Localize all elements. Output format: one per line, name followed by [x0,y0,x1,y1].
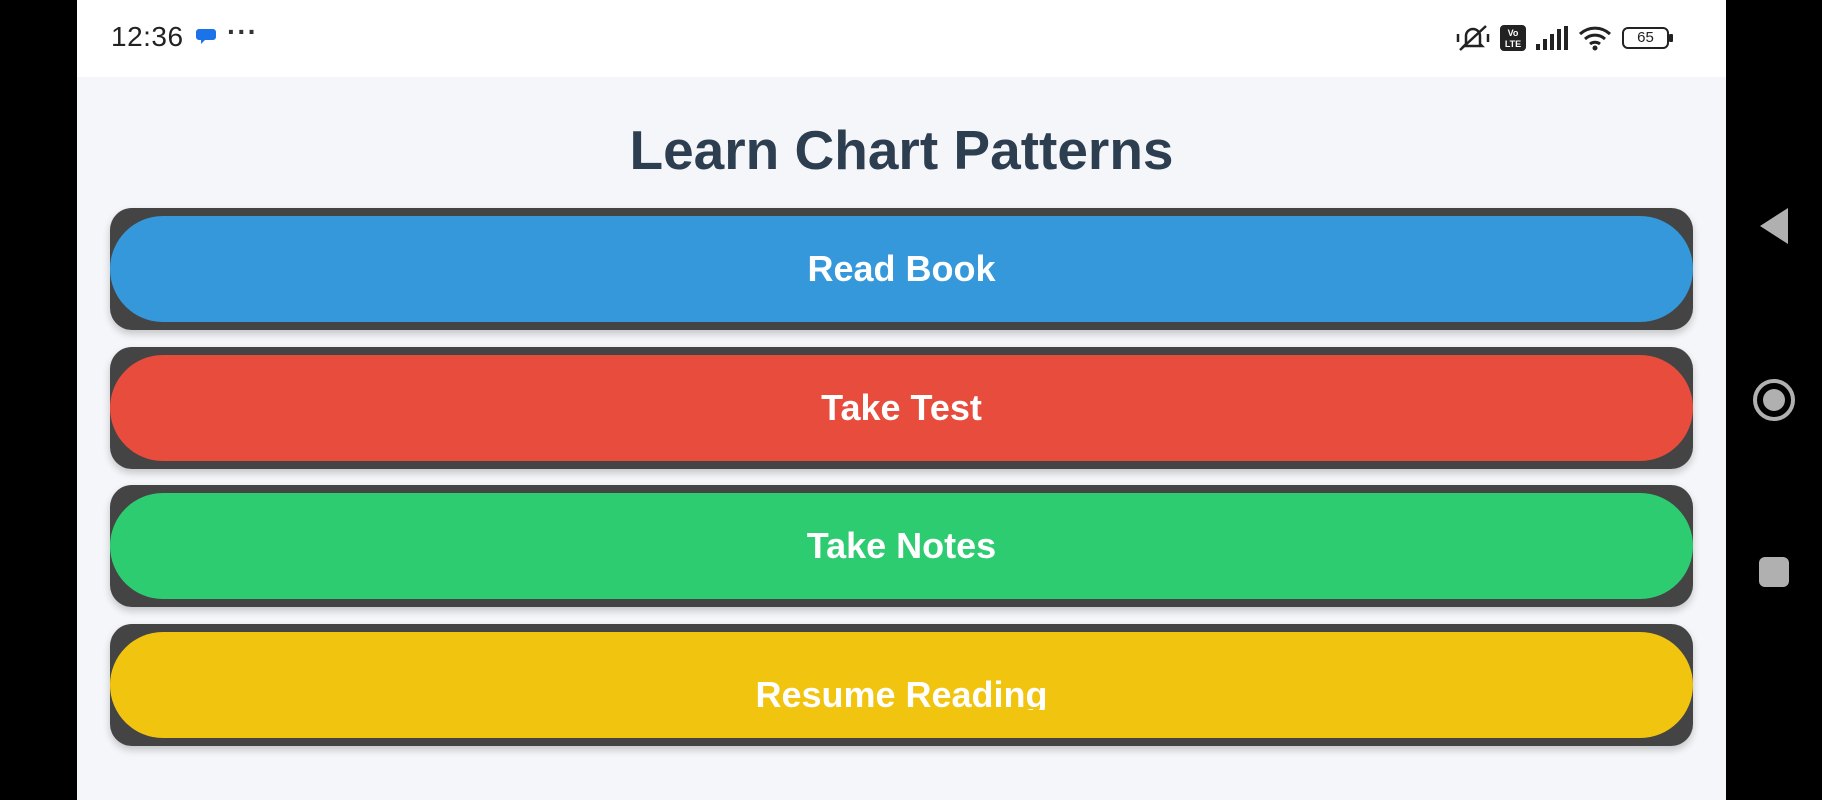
take-notes-button-frame: Take Notes [110,485,1693,607]
app-screen: 12:36 ··· Vo LTE 65 Learn Chart Patterns… [77,0,1726,800]
battery-level: 65 [1637,29,1654,46]
status-time: 12:36 [111,21,184,52]
read-book-button-frame: Read Book [110,208,1693,330]
read-book-label: Read Book [807,248,996,289]
silent-bell-icon [1456,24,1490,52]
resume-reading-button-frame: Resume Reading [110,624,1693,746]
volte-icon: Vo LTE [1500,25,1526,51]
take-notes-button[interactable]: Take Notes [110,493,1693,599]
battery-icon: 65 [1622,26,1674,50]
svg-text:Vo: Vo [1508,28,1519,38]
back-icon[interactable] [1726,206,1822,246]
status-bar: 12:36 ··· Vo LTE 65 [77,0,1726,77]
home-icon[interactable] [1726,378,1822,422]
page-title: Learn Chart Patterns [629,119,1174,181]
system-nav-bar [1726,0,1822,800]
svg-text:LTE: LTE [1505,39,1521,49]
signal-icon [1536,26,1568,50]
take-notes-label: Take Notes [806,525,997,566]
take-test-label: Take Test [821,387,982,428]
resume-reading-button[interactable]: Resume Reading [110,632,1693,738]
chat-bubble-icon [196,28,216,51]
take-test-button-frame: Take Test [110,347,1693,469]
resume-reading-label: Resume Reading [755,674,1048,710]
recent-apps-icon[interactable] [1726,556,1822,588]
wifi-icon [1578,25,1612,51]
read-book-button[interactable]: Read Book [110,216,1693,322]
take-test-button[interactable]: Take Test [110,355,1693,461]
more-notifications-icon: ··· [227,16,258,47]
